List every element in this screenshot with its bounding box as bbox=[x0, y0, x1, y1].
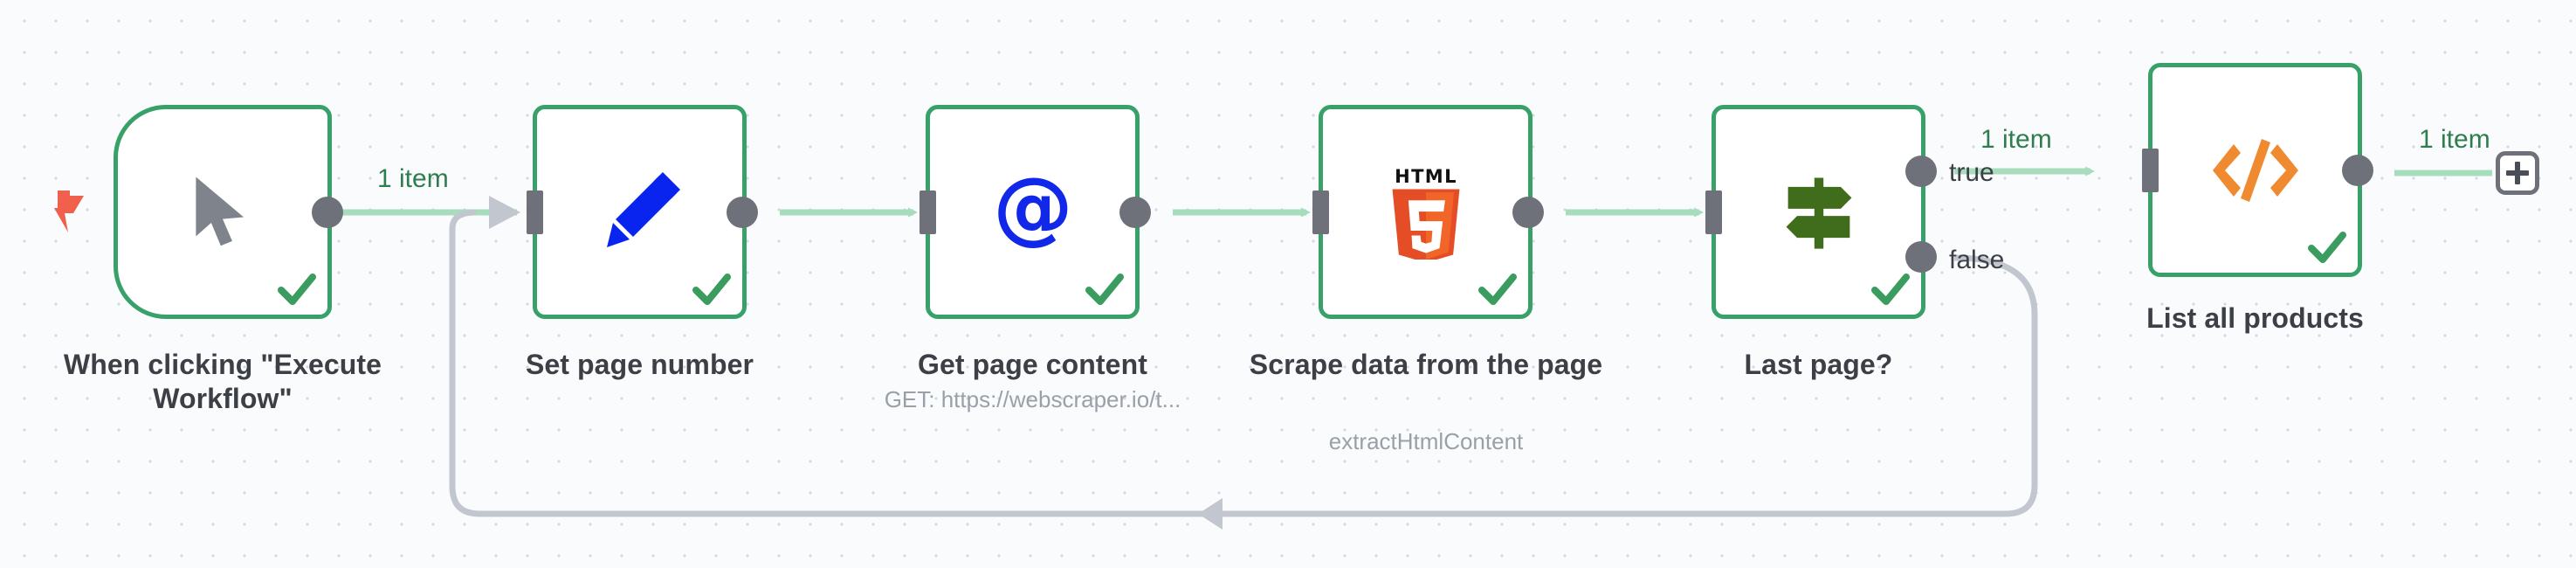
node-success-check-icon bbox=[1085, 269, 1125, 309]
node-label-scrape-data-from-the-page: Scrape data from the page bbox=[1249, 349, 1603, 380]
output-port[interactable] bbox=[2342, 154, 2373, 186]
node-get-page-content[interactable]: @ bbox=[920, 105, 1151, 319]
trigger-bolt-icon bbox=[54, 190, 84, 232]
plus-icon-vertical bbox=[2515, 162, 2520, 184]
node-last-page[interactable] bbox=[1705, 105, 1937, 319]
wire-label-trigger-to-set-page-number: 1 item bbox=[377, 164, 449, 193]
node-success-check-icon bbox=[2307, 227, 2347, 267]
node-list-all-products[interactable] bbox=[2142, 63, 2373, 277]
node-subtitle-scrape-data-from-the-page: extractHtmlContent bbox=[1328, 428, 1524, 454]
node-label-when-clicking-execute-workflow: When clicking "Execute Workflow" bbox=[63, 349, 382, 415]
node-success-check-icon bbox=[692, 269, 732, 309]
input-port[interactable] bbox=[1705, 190, 1722, 234]
output-port[interactable] bbox=[312, 196, 343, 228]
output-port[interactable] bbox=[1512, 196, 1544, 228]
wire-label-last-page-true: 1 item bbox=[1980, 125, 2052, 154]
output-port[interactable] bbox=[1119, 196, 1151, 228]
output-port-true[interactable] bbox=[1905, 155, 1937, 187]
node-success-check-icon bbox=[277, 269, 317, 309]
node-subtitle-get-page-content: GET: https://webscraper.io/t... bbox=[884, 386, 1181, 412]
output-port-false[interactable] bbox=[1905, 241, 1937, 274]
branch-label-true: true bbox=[1949, 158, 1994, 187]
node-set-page-number[interactable] bbox=[527, 105, 758, 319]
input-port[interactable] bbox=[920, 190, 936, 234]
svg-text:HTML: HTML bbox=[1395, 165, 1457, 187]
node-label-last-page: Last page? bbox=[1744, 349, 1893, 380]
add-node-button[interactable] bbox=[2496, 151, 2539, 195]
loop-arrow-into-set-page-number-icon bbox=[489, 196, 520, 229]
branch-label-false: false bbox=[1949, 246, 2005, 274]
input-port[interactable] bbox=[1312, 190, 1329, 234]
node-scrape-data-from-the-page[interactable]: HTML bbox=[1312, 105, 1544, 319]
output-port[interactable] bbox=[727, 196, 758, 228]
workflow-canvas[interactable]: When clicking "Execute Workflow" Set pag… bbox=[0, 0, 2576, 568]
input-port[interactable] bbox=[2142, 148, 2159, 192]
node-label-get-page-content: Get page content bbox=[918, 349, 1147, 380]
node-when-clicking-execute-workflow[interactable] bbox=[114, 105, 343, 319]
wire-label-list-all-products-out: 1 item bbox=[2419, 125, 2490, 154]
node-label-list-all-products: List all products bbox=[2146, 302, 2364, 334]
input-port[interactable] bbox=[527, 190, 543, 234]
svg-text:@: @ bbox=[993, 167, 1073, 253]
node-label-set-page-number: Set page number bbox=[525, 349, 754, 380]
loop-direction-arrow-icon bbox=[1198, 498, 1223, 530]
node-success-check-icon bbox=[1870, 269, 1911, 309]
node-success-check-icon bbox=[1477, 269, 1518, 309]
